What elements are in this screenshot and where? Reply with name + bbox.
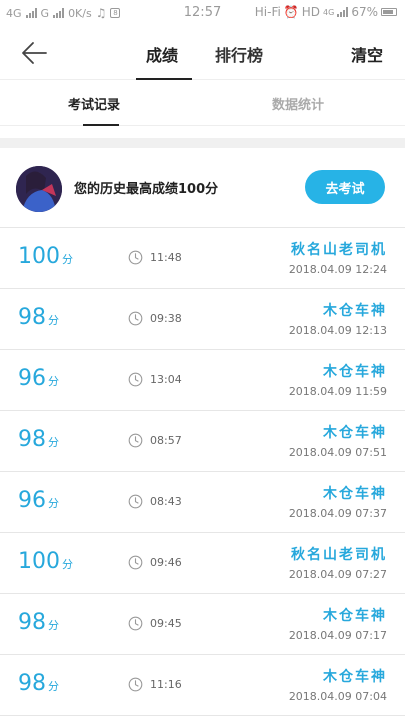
record-date: 2018.04.09 12:24 bbox=[288, 263, 387, 276]
record-duration: 09:46 bbox=[150, 556, 182, 569]
record-duration: 13:04 bbox=[150, 373, 182, 386]
record-date: 2018.04.09 12:13 bbox=[288, 324, 387, 337]
clock-icon bbox=[128, 433, 143, 448]
record-duration: 09:45 bbox=[150, 617, 182, 630]
signal-icon-3 bbox=[337, 7, 349, 17]
record-score: 100 分 bbox=[18, 244, 73, 269]
record-row[interactable]: 100 分 11:48 秋名山老司机 2018.04.09 12:24 bbox=[0, 228, 405, 289]
clock-icon bbox=[128, 677, 143, 692]
record-duration: 08:43 bbox=[150, 495, 182, 508]
wifi-label: Hi-Fi bbox=[254, 5, 281, 19]
record-score: 100 分 bbox=[18, 549, 73, 574]
back-button[interactable] bbox=[20, 40, 48, 66]
record-row[interactable]: 98 分 09:45 木仓车神 2018.04.09 07:17 bbox=[0, 594, 405, 655]
avatar-image bbox=[16, 166, 62, 212]
clock-icon bbox=[128, 616, 143, 631]
record-score: 98 分 bbox=[18, 671, 59, 696]
record-date: 2018.04.09 11:59 bbox=[288, 385, 387, 398]
clock-icon bbox=[128, 250, 143, 265]
record-row[interactable]: 98 分 11:16 木仓车神 2018.04.09 07:04 bbox=[0, 655, 405, 716]
record-score-value: 96 bbox=[18, 488, 46, 513]
tab-ranking[interactable]: 排行榜 bbox=[215, 42, 263, 66]
record-title: 木仓车神 bbox=[323, 669, 387, 685]
record-title: 秋名山老司机 bbox=[291, 242, 387, 258]
record-duration: 11:48 bbox=[150, 251, 182, 264]
record-date: 2018.04.09 07:37 bbox=[288, 507, 387, 520]
record-score-value: 100 bbox=[18, 244, 60, 269]
record-duration: 08:57 bbox=[150, 434, 182, 447]
record-score-value: 100 bbox=[18, 549, 60, 574]
clear-button[interactable]: 清空 bbox=[351, 42, 383, 66]
record-row[interactable]: 100 分 09:46 秋名山老司机 2018.04.09 07:27 bbox=[0, 533, 405, 594]
record-title: 木仓车神 bbox=[323, 425, 387, 441]
sub-tabs: 考试记录 数据统计 bbox=[0, 80, 405, 126]
record-date: 2018.04.09 07:17 bbox=[288, 629, 387, 642]
record-row[interactable]: 96 分 08:43 木仓车神 2018.04.09 07:37 bbox=[0, 472, 405, 533]
record-score: 98 分 bbox=[18, 610, 59, 635]
record-score: 98 分 bbox=[18, 305, 59, 330]
record-title: 木仓车神 bbox=[323, 364, 387, 380]
record-title: 木仓车神 bbox=[323, 608, 387, 624]
record-score-unit: 分 bbox=[48, 619, 59, 632]
record-date: 2018.04.09 07:04 bbox=[288, 690, 387, 703]
record-date: 2018.04.09 07:51 bbox=[288, 446, 387, 459]
record-row[interactable]: 96 分 13:04 木仓车神 2018.04.09 11:59 bbox=[0, 350, 405, 411]
section-divider bbox=[0, 138, 405, 148]
record-score-value: 98 bbox=[18, 427, 46, 452]
avatar[interactable] bbox=[16, 166, 62, 212]
status-right: Hi-Fi ⏰ HD 4G 67% bbox=[255, 5, 397, 19]
subtab-exam-records[interactable]: 考试记录 bbox=[68, 94, 120, 113]
clock-icon bbox=[128, 372, 143, 387]
record-score-unit: 分 bbox=[62, 558, 73, 571]
best-score-banner: 您的历史最高成绩100分 去考试 bbox=[0, 148, 405, 228]
record-row[interactable]: 98 分 09:38 木仓车神 2018.04.09 12:13 bbox=[0, 289, 405, 350]
record-title: 木仓车神 bbox=[323, 486, 387, 502]
clock-icon bbox=[128, 311, 143, 326]
record-date: 2018.04.09 07:27 bbox=[288, 568, 387, 581]
record-score: 96 分 bbox=[18, 366, 59, 391]
record-score-value: 98 bbox=[18, 671, 46, 696]
battery-icon bbox=[381, 8, 397, 16]
record-score-unit: 分 bbox=[62, 253, 73, 266]
record-score-unit: 分 bbox=[48, 314, 59, 327]
record-score-unit: 分 bbox=[48, 436, 59, 449]
subtab-active-indicator bbox=[83, 124, 119, 126]
records-list: 100 分 11:48 秋名山老司机 2018.04.09 12:24 98 分 09:38 木… bbox=[0, 228, 405, 716]
go-exam-button[interactable]: 去考试 bbox=[305, 170, 385, 204]
clock-icon bbox=[128, 494, 143, 509]
record-row[interactable]: 98 分 08:57 木仓车神 2018.04.09 07:51 bbox=[0, 411, 405, 472]
hd-label: HD bbox=[301, 5, 321, 19]
record-title: 木仓车神 bbox=[323, 303, 387, 319]
record-score-unit: 分 bbox=[48, 497, 59, 510]
tab-score[interactable]: 成绩 bbox=[146, 42, 178, 66]
top-nav: 成绩 排行榜 清空 bbox=[0, 26, 405, 80]
record-score-value: 96 bbox=[18, 366, 46, 391]
back-arrow-icon bbox=[22, 42, 47, 64]
record-score: 96 分 bbox=[18, 488, 59, 513]
net-4g-label: 4G bbox=[323, 7, 335, 17]
record-duration: 11:16 bbox=[150, 678, 182, 691]
status-bar: 4G G 0K/s ♫ 8 12:57 Hi-Fi ⏰ HD 4G 67% bbox=[0, 0, 405, 26]
battery-percent: 67% bbox=[351, 5, 378, 19]
subtab-statistics[interactable]: 数据统计 bbox=[272, 94, 324, 113]
record-duration: 09:38 bbox=[150, 312, 182, 325]
clock-icon bbox=[128, 555, 143, 570]
best-score-text: 您的历史最高成绩100分 bbox=[74, 182, 219, 197]
record-score-value: 98 bbox=[18, 610, 46, 635]
record-score-value: 98 bbox=[18, 305, 46, 330]
alarm-icon: ⏰ bbox=[283, 5, 299, 19]
record-title: 秋名山老司机 bbox=[291, 547, 387, 563]
record-score-unit: 分 bbox=[48, 375, 59, 388]
record-score: 98 分 bbox=[18, 427, 59, 452]
record-score-unit: 分 bbox=[48, 680, 59, 693]
